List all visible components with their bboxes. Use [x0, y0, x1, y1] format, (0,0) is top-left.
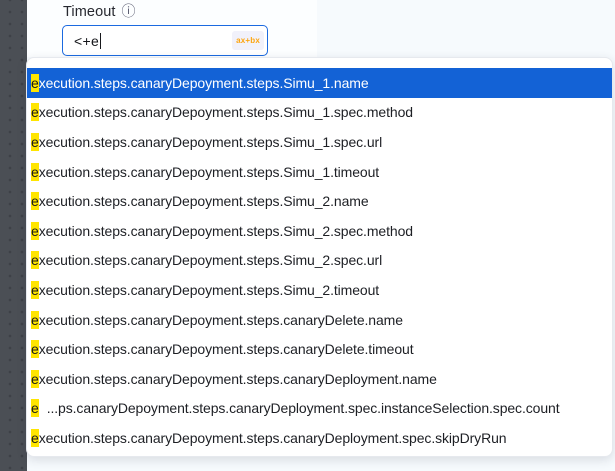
suggestion-text: ...ps.canaryDepoyment.steps.canaryDeploy… — [39, 400, 560, 416]
match-highlight: e — [31, 163, 39, 181]
match-highlight: e — [31, 281, 39, 299]
suggestion-text: xecution.steps.canaryDepoyment.steps.can… — [39, 371, 437, 387]
suggestion-item[interactable]: execution.steps.canaryDepoyment.steps.ca… — [27, 364, 612, 394]
match-highlight: e — [31, 399, 39, 417]
suggestion-text: xecution.steps.canaryDepoyment.steps.can… — [39, 430, 507, 446]
match-highlight: e — [31, 133, 39, 151]
suggestion-item[interactable]: execution.steps.canaryDepoyment.steps.Si… — [27, 127, 612, 157]
match-highlight: e — [31, 74, 39, 92]
timeout-input-value: <+e — [74, 33, 99, 49]
suggestion-text: xecution.steps.canaryDepoyment.steps.Sim… — [39, 75, 369, 91]
info-icon[interactable]: ⓘ — [122, 5, 136, 19]
suggestion-text: xecution.steps.canaryDepoyment.steps.can… — [39, 312, 403, 328]
expression-mode-badge[interactable]: ax+bx — [232, 31, 264, 50]
match-highlight: e — [31, 251, 39, 269]
match-highlight: e — [31, 222, 39, 240]
suggestion-text: xecution.steps.canaryDepoyment.steps.Sim… — [39, 164, 379, 180]
match-highlight: e — [31, 429, 39, 447]
suggestion-item[interactable]: execution.steps.canaryDepoyment.steps.Si… — [27, 216, 612, 246]
suggestion-text: xecution.steps.canaryDepoyment.steps.Sim… — [39, 223, 413, 239]
timeout-field-label: Timeout — [63, 4, 116, 20]
match-highlight: e — [31, 103, 39, 121]
suggestion-item[interactable]: execution.steps.canaryDepoyment.steps.Si… — [27, 246, 612, 276]
match-highlight: e — [31, 340, 39, 358]
suggestion-text: xecution.steps.canaryDepoyment.steps.Sim… — [39, 104, 413, 120]
match-highlight: e — [31, 311, 39, 329]
match-highlight: e — [31, 370, 39, 388]
suggestion-text: xecution.steps.canaryDepoyment.steps.Sim… — [39, 134, 382, 150]
pipeline-canvas-strip — [0, 0, 27, 471]
suggestion-item[interactable]: execution.steps.canaryDepoyment.steps.Si… — [27, 275, 612, 305]
suggestion-item[interactable]: execution.steps.canaryDepoyment.steps.Si… — [27, 98, 612, 128]
timeout-input[interactable]: <+e ax+bx — [62, 25, 268, 56]
suggestion-item[interactable]: execution.steps.canaryDepoyment.steps.ca… — [27, 423, 612, 453]
suggestion-text: xecution.steps.canaryDepoyment.steps.can… — [39, 341, 414, 357]
suggestion-text: xecution.steps.canaryDepoyment.steps.Sim… — [39, 252, 382, 268]
suggestion-text: xecution.steps.canaryDepoyment.steps.Sim… — [39, 193, 369, 209]
suggestion-item[interactable]: execution.steps.canaryDepoyment.steps.Si… — [27, 186, 612, 216]
text-caret — [100, 33, 101, 49]
suggestion-item[interactable]: execution.steps.canaryDepoyment.steps.ca… — [27, 305, 612, 335]
expression-suggestions-dropdown: execution.steps.canaryDepoyment.steps.Si… — [26, 57, 613, 457]
match-highlight: e — [31, 192, 39, 210]
timeout-field-label-row: Timeout ⓘ — [63, 4, 136, 20]
suggestion-item[interactable]: execution.steps.canaryDepoyment.steps.Si… — [27, 157, 612, 187]
suggestion-item[interactable]: execution.steps.canaryDepoyment.steps.ca… — [27, 334, 612, 364]
suggestion-item[interactable]: e...ps.canaryDepoyment.steps.canaryDeplo… — [27, 394, 612, 424]
suggestion-text: xecution.steps.canaryDepoyment.steps.Sim… — [39, 282, 379, 298]
suggestion-item[interactable]: execution.steps.canaryDepoyment.steps.Si… — [27, 68, 612, 98]
